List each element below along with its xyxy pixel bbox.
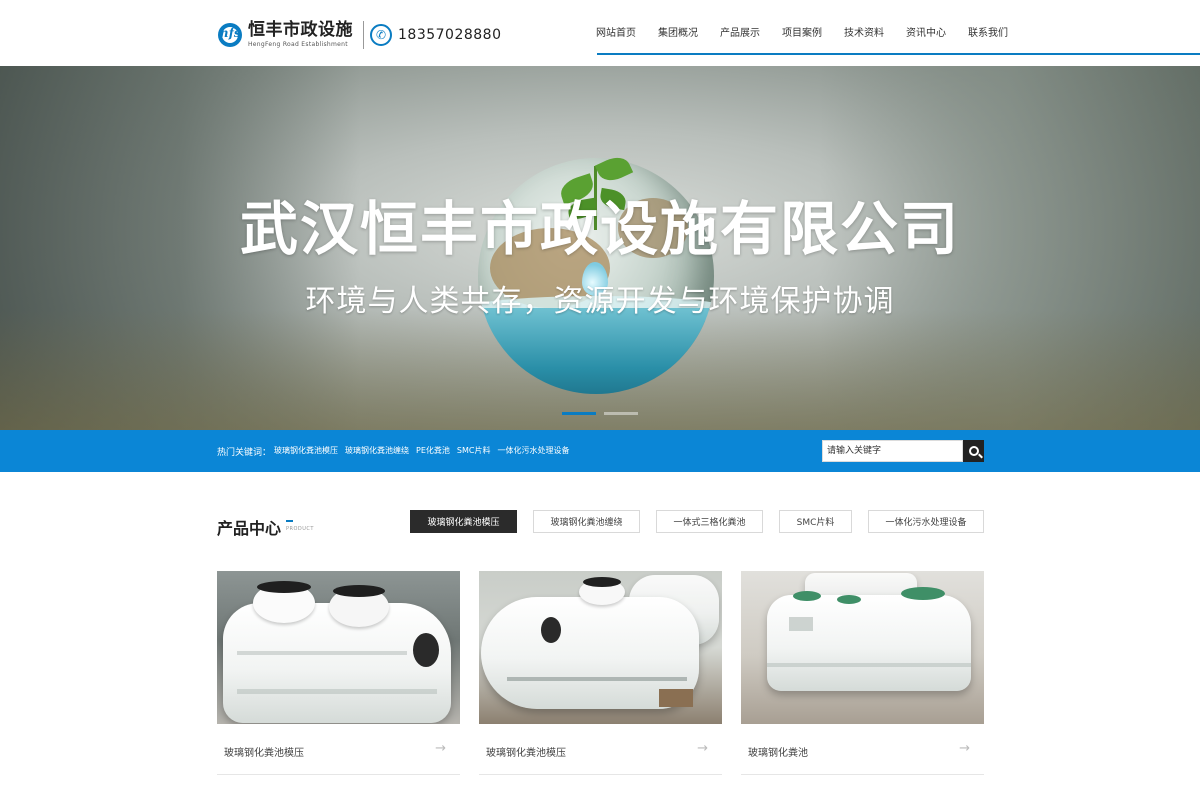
banner-subtitle: 环境与人类共存，资源开发与环境保护协调 [305,284,895,319]
keyword-link[interactable]: 玻璃钢化粪池缠绕 [345,445,409,456]
product-card[interactable]: 玻璃钢化粪池 → [741,571,984,775]
product-image[interactable] [217,571,460,724]
slider-dots [562,412,646,415]
keyword-list: 玻璃钢化粪池模压 玻璃钢化粪池缠绕 PE化粪池 SMC片料 一体化污水处理设备 [274,445,576,456]
site-header: hfs 恒丰市政设施 HengFeng Road Establishment ✆… [0,0,1200,66]
product-caption[interactable]: 玻璃钢化粪池模压 [224,744,304,759]
section-title: 产品中心 [217,519,282,538]
product-caption[interactable]: 玻璃钢化粪池模压 [486,744,566,759]
keyword-bar: 热门关键词： 玻璃钢化粪池模压 玻璃钢化粪池缠绕 PE化粪池 SMC片料 一体化… [0,430,1200,472]
product-caption[interactable]: 玻璃钢化粪池 [748,744,808,759]
search-button[interactable] [963,440,984,462]
logo-text: 恒丰市政设施 HengFeng Road Establishment [248,21,353,49]
tab-three-chamber-tank[interactable]: 一体式三格化粪池 [656,510,763,533]
nav-item-news[interactable]: 资讯中心 [906,24,946,39]
keyword-link[interactable]: PE化粪池 [416,445,450,456]
logo-icon: hfs [218,22,244,48]
nav-item-products[interactable]: 产品展示 [720,24,760,39]
arrow-right-icon[interactable]: → [959,741,970,756]
nav-item-home[interactable]: 网站首页 [596,24,636,39]
product-card[interactable]: 玻璃钢化粪池模压 → [217,571,460,775]
arrow-right-icon[interactable]: → [435,741,446,756]
keyword-link[interactable]: SMC片料 [457,445,491,456]
tab-wound-tank[interactable]: 玻璃钢化粪池缠绕 [533,510,640,533]
main-nav: 网站首页 集团概况 产品展示 项目案例 技术资料 资讯中心 联系我们 [596,24,1008,39]
tab-smc-sheet[interactable]: SMC片料 [779,510,852,533]
logo-divider [363,21,364,49]
keyword-link[interactable]: 一体化污水处理设备 [497,445,569,456]
phone-icon: ✆ [370,24,392,46]
logo-english: HengFeng Road Establishment [248,41,348,48]
nav-underline [597,53,1200,55]
phone-number: 18357028880 [398,27,502,43]
product-image[interactable] [479,571,722,724]
hero-banner[interactable]: 武汉恒丰市政设施有限公司 环境与人类共存，资源开发与环境保护协调 [0,66,1200,430]
nav-item-contact[interactable]: 联系我们 [968,24,1008,39]
nav-item-cases[interactable]: 项目案例 [782,24,822,39]
slider-dot-1[interactable] [562,412,596,415]
arrow-right-icon[interactable]: → [697,741,708,756]
product-card[interactable]: 玻璃钢化粪池模压 → [479,571,722,775]
banner-title: 武汉恒丰市政设施有限公司 [239,195,960,263]
nav-item-about[interactable]: 集团概况 [658,24,698,39]
tab-sewage-equipment[interactable]: 一体化污水处理设备 [868,510,984,533]
logo[interactable]: hfs 恒丰市政设施 HengFeng Road Establishment ✆… [218,20,501,50]
section-title-dash [286,520,293,522]
search-icon [968,446,979,456]
tab-molded-tank[interactable]: 玻璃钢化粪池模压 [410,510,517,533]
search-input[interactable]: 请输入关键字 [822,440,963,462]
section-title-english: PRODUCT [286,526,314,532]
product-tabs: 玻璃钢化粪池模压 玻璃钢化粪池缠绕 一体式三格化粪池 SMC片料 一体化污水处理… [410,510,984,533]
keyword-label: 热门关键词： [217,448,272,458]
slider-dot-2[interactable] [604,412,638,415]
product-image[interactable] [741,571,984,724]
nav-item-tech[interactable]: 技术资料 [844,24,884,39]
logo-name: 恒丰市政设施 [248,20,353,40]
keyword-link[interactable]: 玻璃钢化粪池模压 [274,445,338,456]
